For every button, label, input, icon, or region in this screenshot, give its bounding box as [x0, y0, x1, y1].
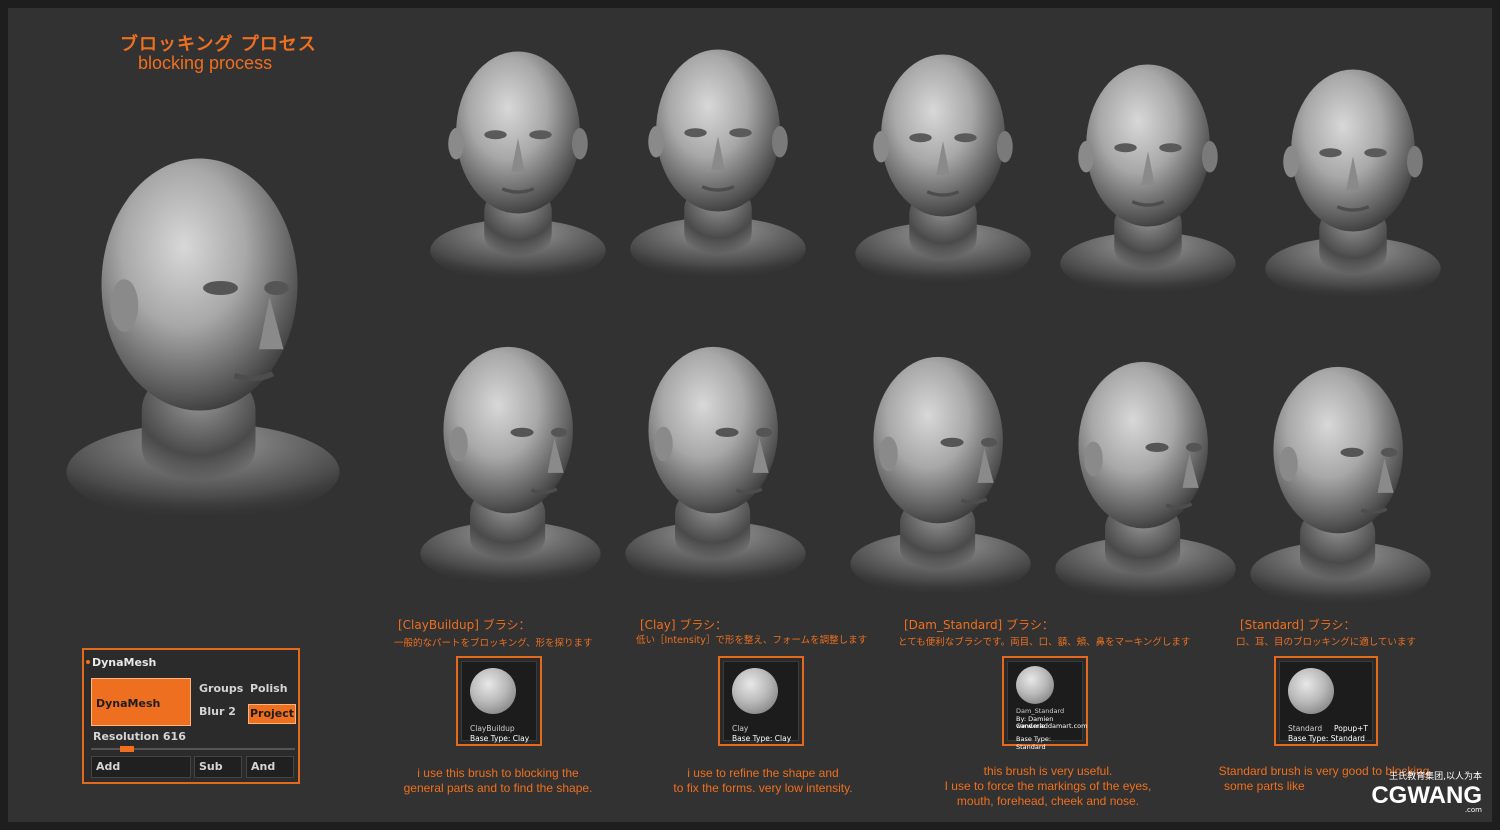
clay-ball-icon [732, 668, 778, 714]
watermark-top: 王氏教育集团,以人为本 [1389, 772, 1482, 782]
head-front-stage-5 [1263, 48, 1443, 298]
head-side-stage-2 [623, 328, 808, 583]
polish-toggle[interactable]: Polish [250, 682, 288, 695]
head-front-stage-4 [1058, 43, 1238, 293]
title-english: blocking process [138, 53, 273, 73]
brush-base-type: Base Type: Clay [470, 734, 530, 743]
dynamesh-panel: DynaMesh DynaMesh Groups Polish Blur 2 P… [82, 648, 300, 784]
brush-claybuildup-title: [ClayBuildup] ブラシ： [398, 618, 531, 632]
blur-slider[interactable]: Blur 2 [199, 705, 236, 718]
head-front-stage-1 [428, 30, 608, 280]
resolution-slider[interactable]: Resolution 616 [93, 730, 186, 743]
brush-claybuildup-icon[interactable]: ClayBuildup Base Type: Clay [456, 656, 542, 746]
dynamesh-button[interactable]: DynaMesh [91, 678, 191, 726]
reference-board: ブロッキング プロセス blocking process [ClayBuildu… [8, 8, 1492, 822]
brush-clay-desc: i use to refine the shape and to fix the… [658, 766, 868, 796]
brush-popup: Popup+T [1334, 724, 1368, 733]
standard-ball-icon [1016, 666, 1054, 704]
project-button[interactable]: Project [248, 704, 296, 724]
head-side-stage-3 [848, 338, 1033, 593]
brush-damstandard-title: [Dam_Standard] ブラシ： [904, 618, 1054, 632]
and-button[interactable]: And [246, 756, 294, 778]
brush-claybuildup-desc: i use this brush to blocking the general… [398, 766, 598, 796]
desc-line: I use to force the markings of the eyes, [944, 779, 1152, 793]
dynamesh-header[interactable]: DynaMesh [92, 656, 156, 669]
brush-name: Dam_Standard [1016, 707, 1065, 715]
clay-ball-icon [470, 668, 516, 714]
brush-base-type: Base Type: Clay [732, 734, 792, 743]
brush-claybuildup-jp: 一般的なパートをブロッキング、形を探ります [394, 638, 593, 649]
add-button[interactable]: Add [91, 756, 191, 778]
desc-line: i use to refine the shape and [687, 766, 839, 780]
watermark: 王氏教育集团,以人为本 CGWANG .com [1371, 769, 1482, 814]
groups-toggle[interactable]: Groups [199, 682, 243, 695]
head-front-stage-3 [853, 33, 1033, 283]
brush-base-type: Base Type: Standard [1288, 734, 1365, 743]
resolution-fill [120, 746, 134, 752]
brush-site: www.maddamart.com [1016, 722, 1088, 730]
head-front-stage-2 [628, 28, 808, 278]
brush-clay-icon[interactable]: Clay Base Type: Clay [718, 656, 804, 746]
brush-damstandard-icon[interactable]: Dam_Standard By: Damien Canderle www.mad… [1002, 656, 1088, 751]
brush-damstandard-jp: とても便利なブラシです。両目、口、額、頬、鼻をマーキングします [898, 637, 1191, 648]
brush-standard-icon[interactable]: Standard Popup+T Base Type: Standard [1274, 656, 1378, 746]
brush-name: Clay [732, 724, 749, 733]
brush-base-type: Base Type: Standard [1016, 735, 1052, 751]
sub-button[interactable]: Sub [194, 756, 242, 778]
brush-standard-title: [Standard] ブラシ： [1240, 618, 1356, 632]
desc-line: general parts and to find the shape. [403, 781, 593, 795]
main-head-sculpt [63, 98, 343, 548]
brush-clay-jp: 低い［Intensity］で形を整え、フォームを調整します [636, 635, 868, 646]
brush-standard-jp: 口、耳、目のブロッキングに適しています [1236, 637, 1416, 648]
panel-dot-icon [86, 660, 90, 664]
brush-clay-title: [Clay] ブラシ： [640, 618, 728, 632]
brush-name: ClayBuildup [470, 724, 515, 733]
desc-line: this brush is very useful. [983, 764, 1113, 778]
standard-ball-icon [1288, 668, 1334, 714]
desc-line: to fix the forms. very low intensity. [673, 781, 853, 795]
head-side-stage-1 [418, 328, 603, 583]
head-side-stage-5 [1248, 348, 1433, 603]
brush-damstandard-desc: this brush is very useful. I use to forc… [928, 764, 1168, 809]
desc-line: i use this brush to blocking the [417, 766, 579, 780]
head-side-stage-4 [1053, 343, 1238, 598]
brush-name: Standard [1288, 724, 1323, 733]
desc-line: mouth, forehead, cheek and nose. [956, 794, 1140, 808]
